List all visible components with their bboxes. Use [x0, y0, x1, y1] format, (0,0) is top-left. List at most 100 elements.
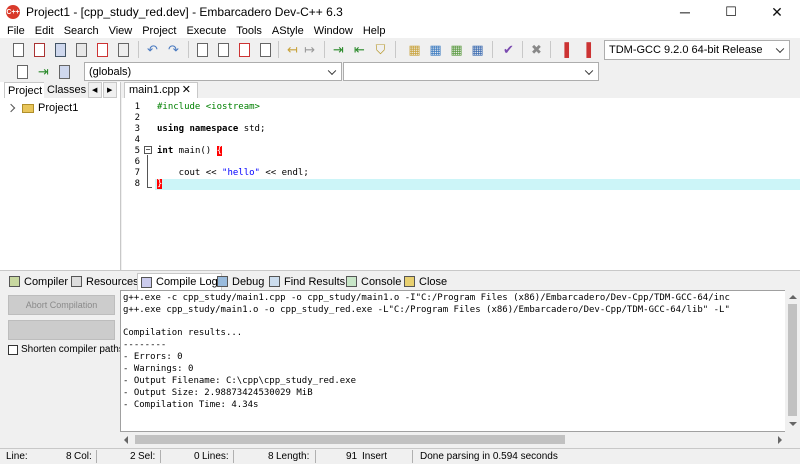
compile-log-output[interactable]: g++.exe -c cpp_study/main1.cpp -o cpp_st…	[120, 290, 788, 432]
code-editor[interactable]: 1 2 3 4 5 6 7 8 − #include <iostream> us…	[122, 98, 800, 270]
close-file-icon[interactable]	[94, 41, 111, 58]
minimize-button[interactable]: ─	[662, 0, 708, 24]
run-icon[interactable]: ▦	[427, 41, 444, 58]
menu-execute[interactable]: Execute	[181, 24, 231, 38]
tab-next-icon[interactable]: ▶	[103, 82, 117, 98]
scroll-up-icon[interactable]	[789, 295, 797, 299]
replace-icon[interactable]	[215, 41, 232, 58]
tab-console[interactable]: Console	[343, 273, 404, 290]
compile-icon[interactable]: ▦	[406, 41, 423, 58]
tab-compiler[interactable]: Compiler	[6, 273, 71, 290]
checkbox-icon[interactable]	[8, 344, 18, 355]
class-toolbar: ⇥ (globals)	[0, 62, 800, 82]
status-bar: Line: 8 Col: 2 Sel: 0 Lines: 8 Length: 9…	[0, 448, 800, 464]
code-line-main: int main() {	[157, 146, 223, 157]
tab-resources[interactable]: Resources	[68, 273, 142, 290]
tab-close[interactable]: Close	[401, 273, 450, 290]
line-number: 3	[134, 124, 140, 134]
shorten-paths-checkbox[interactable]: Shorten compiler paths	[8, 344, 124, 355]
status-lines-value: 8	[268, 451, 274, 462]
compile-controls: Abort Compilation Shorten compiler paths	[0, 290, 124, 448]
compile-run-icon[interactable]: ▦	[448, 41, 465, 58]
tab-label: Console	[361, 275, 402, 288]
project-options-icon[interactable]: ⛉	[372, 41, 389, 58]
scroll-thumb[interactable]	[135, 435, 565, 444]
fold-collapse-icon[interactable]: −	[144, 146, 152, 154]
line-number: 2	[134, 113, 140, 123]
scope-select-value: (globals)	[89, 65, 132, 78]
tab-find-results[interactable]: Find Results	[266, 273, 348, 290]
tab-classes[interactable]: Classes	[44, 82, 90, 98]
member-select[interactable]	[343, 62, 599, 81]
rebuild-icon[interactable]: ▦	[469, 41, 486, 58]
log-line: - Errors: 0	[123, 352, 183, 362]
tab-main1-cpp[interactable]: main1.cpp ✕	[124, 82, 198, 98]
menu-view[interactable]: View	[104, 24, 138, 38]
save-all-icon[interactable]	[73, 41, 90, 58]
add-to-project-icon[interactable]: ⇥	[330, 41, 347, 58]
shorten-paths-label: Shorten compiler paths	[21, 344, 124, 355]
app-icon: C++	[6, 5, 20, 19]
status-message: Done parsing in 0.594 seconds	[420, 451, 558, 462]
tab-project[interactable]: Project	[4, 82, 47, 98]
chevron-down-icon	[584, 66, 594, 75]
tab-label: Compile Log	[156, 276, 218, 288]
compiler-select[interactable]: TDM-GCC 9.2.0 64-bit Release	[604, 40, 790, 60]
menu-tools[interactable]: Tools	[231, 24, 267, 38]
log-line: --------	[123, 340, 167, 350]
status-line-value: 8	[66, 451, 72, 462]
scope-select[interactable]: (globals)	[84, 62, 342, 81]
open-file-icon[interactable]	[31, 41, 48, 58]
maximize-button[interactable]: ☐	[708, 0, 754, 24]
find-next-icon[interactable]	[236, 41, 253, 58]
log-line: g++.exe cpp_study/main1.o -o cpp_study_r…	[123, 305, 730, 315]
tab-debug[interactable]: Debug	[214, 273, 267, 290]
tab-compile-log[interactable]: Compile Log	[137, 273, 222, 290]
scroll-right-icon[interactable]	[778, 436, 782, 444]
resources-icon	[71, 276, 82, 287]
menu-edit[interactable]: Edit	[30, 24, 59, 38]
syntax-check-icon[interactable]: ✔	[500, 41, 517, 58]
menu-astyle[interactable]: AStyle	[267, 24, 309, 38]
toggle-bookmark-icon[interactable]	[56, 63, 73, 80]
abort-compilation-button[interactable]: Abort Compilation	[8, 295, 115, 315]
status-line-label: Line:	[6, 451, 28, 462]
horizontal-scrollbar[interactable]	[120, 432, 788, 447]
stop-icon[interactable]: ✖	[528, 41, 545, 58]
delete-profile-icon[interactable]: ▐	[578, 41, 595, 58]
menu-project[interactable]: Project	[137, 24, 181, 38]
menu-search[interactable]: Search	[59, 24, 104, 38]
line-gutter: 1 2 3 4 5 6 7 8	[122, 98, 144, 270]
code-line-cout: cout << "hello" << endl;	[157, 168, 309, 179]
line-number: 4	[134, 135, 140, 145]
insert-icon[interactable]: ⇥	[35, 63, 52, 80]
profile-icon[interactable]: ▐	[556, 41, 573, 58]
print-icon[interactable]	[115, 41, 132, 58]
new-class-icon[interactable]	[14, 63, 31, 80]
remove-from-project-icon[interactable]: ⇤	[351, 41, 368, 58]
close-tab-icon[interactable]: ✕	[182, 83, 191, 98]
goto-line-icon[interactable]	[257, 41, 274, 58]
menu-window[interactable]: Window	[309, 24, 358, 38]
new-file-icon[interactable]	[10, 41, 27, 58]
scroll-down-icon[interactable]	[789, 422, 797, 426]
line-number: 8	[134, 179, 140, 189]
undo-icon[interactable]: ↶	[144, 41, 161, 58]
scroll-thumb[interactable]	[788, 304, 797, 416]
find-icon[interactable]	[194, 41, 211, 58]
code-line-close: }	[157, 179, 163, 190]
menu-file[interactable]: File	[2, 24, 30, 38]
vertical-scrollbar[interactable]	[785, 290, 800, 432]
save-icon[interactable]	[52, 41, 69, 58]
redo-icon[interactable]: ↷	[165, 41, 182, 58]
tab-prev-icon[interactable]: ◀	[88, 82, 102, 98]
close-button[interactable]: ✕	[754, 0, 800, 24]
indent-icon[interactable]: ↤	[284, 41, 301, 58]
scroll-left-icon[interactable]	[124, 436, 128, 444]
log-line: - Warnings: 0	[123, 364, 194, 374]
compiler-icon	[9, 276, 20, 287]
unindent-icon[interactable]: ↦	[301, 41, 318, 58]
menu-help[interactable]: Help	[358, 24, 391, 38]
project-tree-item[interactable]: Project1	[6, 102, 78, 114]
chevron-right-icon[interactable]	[6, 103, 16, 113]
